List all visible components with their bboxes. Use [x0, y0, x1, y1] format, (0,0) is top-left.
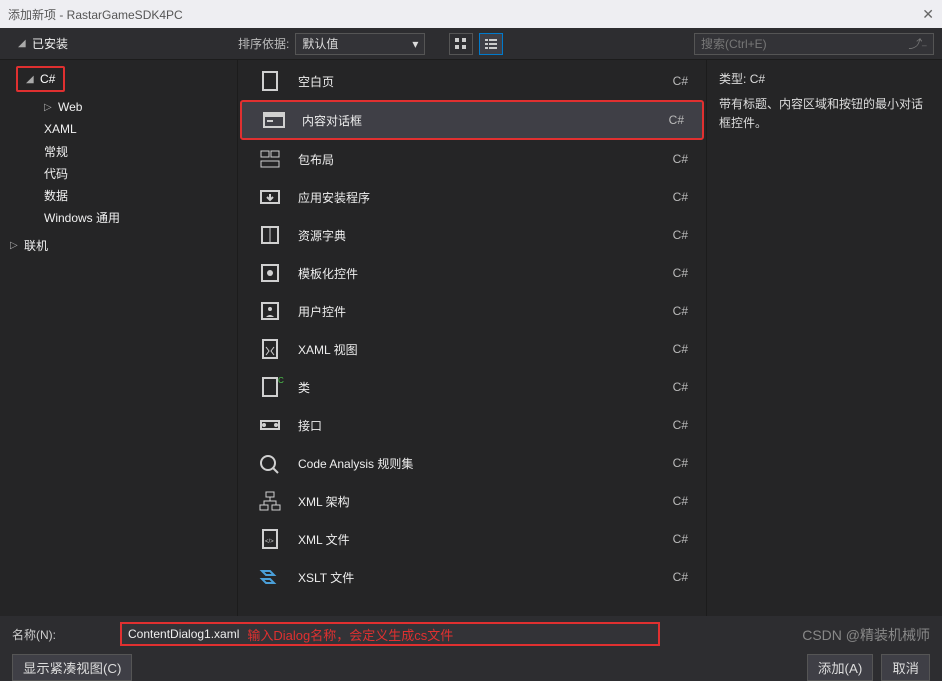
template-lang: C#	[658, 456, 688, 470]
sidebar-root-csharp[interactable]: ◢ C#	[18, 68, 63, 90]
details-type-value: C#	[750, 72, 765, 86]
layout-icon	[256, 145, 284, 173]
template-lang: C#	[658, 418, 688, 432]
template-name: 包布局	[298, 151, 644, 168]
template-name: XML 文件	[298, 531, 644, 548]
template-lang: C#	[658, 380, 688, 394]
grid-icon	[454, 37, 468, 51]
template-name: 用户控件	[298, 303, 644, 320]
sidebar-item-windows-universal[interactable]: Windows 通用	[0, 206, 237, 228]
sidebar: ◢ C# ▷Web XAML 常规 代码 数据 Windows 通用 ▷联机	[0, 60, 238, 616]
template-lang: C#	[658, 304, 688, 318]
add-button[interactable]: 添加(A)	[807, 654, 873, 681]
blank-page-icon	[256, 67, 284, 95]
sidebar-item-data[interactable]: 数据	[0, 184, 237, 206]
ruleset-icon	[256, 449, 284, 477]
search-icon: ⤴₋	[909, 35, 927, 52]
footer: 名称(N): ContentDialog1.xaml 输入Dialog名称，会定…	[0, 616, 942, 680]
template-row[interactable]: 应用安装程序 C#	[238, 178, 706, 216]
template-row[interactable]: </> XML 文件 C#	[238, 520, 706, 558]
details-description: 带有标题、内容区域和按钮的最小对话框控件。	[719, 95, 930, 133]
template-row[interactable]: 模板化控件 C#	[238, 254, 706, 292]
template-lang: C#	[658, 152, 688, 166]
cancel-button[interactable]: 取消	[881, 654, 930, 681]
template-name: 模板化控件	[298, 265, 644, 282]
content-dialog-icon	[260, 106, 288, 134]
dropdown-icon: ▾	[412, 37, 418, 51]
details-pane: 类型: C# 带有标题、内容区域和按钮的最小对话框控件。	[706, 60, 942, 616]
details-type-label: 类型:	[719, 72, 746, 86]
sidebar-online[interactable]: ▷联机	[0, 234, 237, 256]
installer-icon	[256, 183, 284, 211]
xmlfile-icon: </>	[256, 525, 284, 553]
template-row[interactable]: XML 架构 C#	[238, 482, 706, 520]
template-lang: C#	[658, 266, 688, 280]
close-icon[interactable]: ✕	[922, 6, 934, 23]
name-hint: 输入Dialog名称，会定义生成cs文件	[247, 625, 453, 644]
template-lang: C#	[658, 342, 688, 356]
template-row[interactable]: 资源字典 C#	[238, 216, 706, 254]
template-row[interactable]: XAML 视图 C#	[238, 330, 706, 368]
sidebar-item-code[interactable]: 代码	[0, 162, 237, 184]
titlebar: 添加新项 - RastarGameSDK4PC ✕	[0, 0, 942, 28]
template-name: XML 架构	[298, 493, 644, 510]
dictionary-icon	[256, 221, 284, 249]
template-name: 类	[298, 379, 644, 396]
template-name: 内容对话框	[302, 112, 640, 129]
template-list[interactable]: 空白页C#内容对话框C#包布局C#应用安装程序C#资源字典C#模板化控件C#用户…	[238, 60, 706, 616]
template-row[interactable]: 内容对话框 C#	[240, 100, 704, 140]
list-icon	[484, 37, 498, 51]
templated-icon	[256, 259, 284, 287]
sort-label: 排序依据:	[238, 35, 289, 52]
template-row[interactable]: 包布局 C#	[238, 140, 706, 178]
sort-combo[interactable]: 默认值 ▾	[295, 33, 425, 55]
template-lang: C#	[658, 532, 688, 546]
template-row[interactable]: 接口 C#	[238, 406, 706, 444]
view-list-button[interactable]	[479, 33, 503, 55]
toolbar: ◢ 已安装 排序依据: 默认值 ▾ 搜索(Ctrl+E) ⤴₋	[0, 28, 942, 60]
template-lang: C#	[658, 570, 688, 584]
chevron-right-icon: ▷	[10, 240, 20, 251]
sidebar-item-general[interactable]: 常规	[0, 140, 237, 162]
template-name: 空白页	[298, 73, 644, 90]
template-name: 应用安装程序	[298, 189, 644, 206]
usercontrol-icon	[256, 297, 284, 325]
template-name: XSLT 文件	[298, 569, 644, 586]
template-name: 资源字典	[298, 227, 644, 244]
sidebar-item-web[interactable]: ▷Web	[0, 96, 237, 118]
template-row[interactable]: 空白页 C#	[238, 62, 706, 100]
compact-view-button[interactable]: 显示紧凑视图(C)	[12, 654, 132, 681]
svg-text:C#: C#	[278, 376, 284, 385]
view-grid-button[interactable]	[449, 33, 473, 55]
sidebar-item-xaml[interactable]: XAML	[0, 118, 237, 140]
installed-root[interactable]: ◢ 已安装	[8, 33, 238, 55]
search-input[interactable]: 搜索(Ctrl+E) ⤴₋	[694, 33, 934, 55]
template-lang: C#	[658, 228, 688, 242]
template-name: Code Analysis 规则集	[298, 455, 644, 472]
window-title: 添加新项 - RastarGameSDK4PC	[8, 6, 183, 23]
chevron-down-icon: ◢	[18, 38, 28, 49]
xaml-view-icon	[256, 335, 284, 363]
name-input[interactable]: ContentDialog1.xaml 输入Dialog名称，会定义生成cs文件	[120, 622, 660, 646]
chevron-down-icon: ◢	[26, 74, 36, 85]
chevron-right-icon: ▷	[44, 102, 54, 113]
name-label: 名称(N):	[12, 626, 102, 643]
template-lang: C#	[658, 190, 688, 204]
template-row[interactable]: XSLT 文件 C#	[238, 558, 706, 596]
template-lang: C#	[658, 494, 688, 508]
template-lang: C#	[654, 113, 684, 127]
template-name: XAML 视图	[298, 341, 644, 358]
svg-text:</>: </>	[265, 539, 274, 545]
schema-icon	[256, 487, 284, 515]
template-row[interactable]: Code Analysis 规则集 C#	[238, 444, 706, 482]
class-icon: C#	[256, 373, 284, 401]
template-row[interactable]: 用户控件 C#	[238, 292, 706, 330]
template-name: 接口	[298, 417, 644, 434]
sidebar-csharp-highlight: ◢ C#	[16, 66, 65, 92]
template-row[interactable]: C# 类 C#	[238, 368, 706, 406]
interface-icon	[256, 411, 284, 439]
xslt-icon	[256, 563, 284, 591]
template-lang: C#	[658, 74, 688, 88]
